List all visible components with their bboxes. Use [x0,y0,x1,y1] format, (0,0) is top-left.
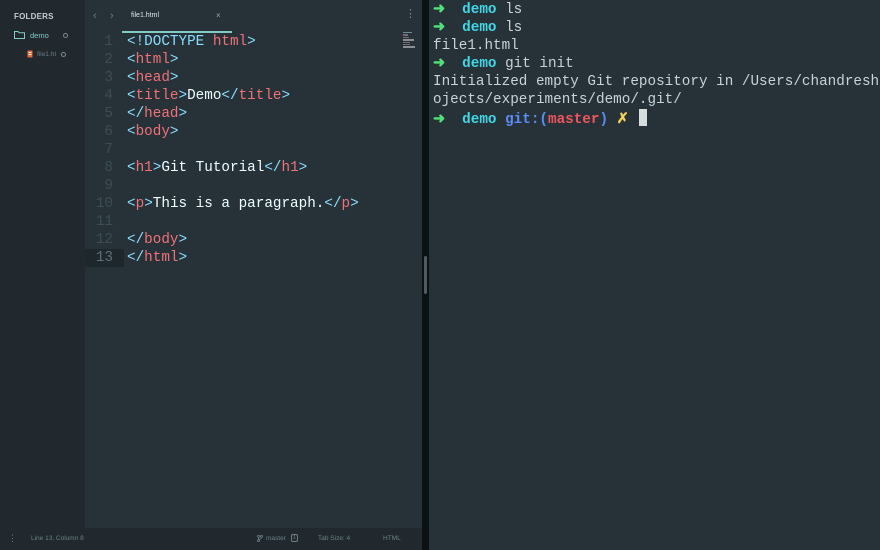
terminal[interactable]: ➜ demo ls ➜ demo ls file1.html ➜ demo git i… [429,0,880,550]
line-number: 7 [104,142,113,158]
prompt-arrow-icon: ➜ [433,20,445,36]
code-line[interactable]: 3 <head> [85,69,400,87]
line-number: 3 [104,70,113,86]
code-text: <html> [127,52,179,68]
code-line[interactable]: 13 </html> [85,249,400,267]
git-branch-icon [257,534,263,544]
prompt-arrow-icon: ➜ [433,112,445,128]
divider-handle[interactable] [424,256,427,294]
code-editor: FOLDERS demo file1.ht ‹ › file1.html × ⋮… [0,0,422,550]
status-bar: ⋮ Line 13, Column 8 master 1 Tab Size: 4… [0,528,422,550]
line-number: 2 [104,52,113,68]
folder-label: demo [30,30,49,40]
code-line[interactable]: 10 <p>This is a paragraph.</p> [85,195,400,213]
panel-menu-icon[interactable]: ⋮ [8,533,17,544]
git-branch-name[interactable]: master [266,535,286,542]
code-text: </head> [127,106,188,122]
terminal-prompt-line: ➜ demo ls [433,19,522,37]
code-line[interactable]: 6 <body> [85,123,400,141]
dirty-mark-icon: ✗ [616,112,629,128]
prompt-directory: demo [462,112,497,128]
terminal-prompt-line: ➜ demo ls [433,1,522,19]
git-branch: master [547,112,600,128]
prompt-command: git init [505,56,574,72]
file-label: file1.ht [37,50,57,58]
line-number: 11 [95,214,113,230]
sidebar-file-file1[interactable]: file1.ht [27,45,67,63]
terminal-cursor[interactable] [639,109,648,126]
code-text: <body> [127,124,179,140]
folder-icon [14,26,25,44]
code-text: <p>This is a paragraph.</p> [127,196,359,212]
prompt-directory: demo [462,2,497,18]
tab-title: file1.html [131,12,160,19]
line-number: 1 [104,34,113,50]
syntax-mode[interactable]: HTML [383,535,401,542]
folder-status-dot [62,32,68,38]
folders-heading: FOLDERS [14,12,54,21]
line-number: 4 [104,88,113,104]
prompt-arrow-icon: ➜ [433,56,445,72]
chevron-right-icon[interactable]: › [110,10,114,22]
chevron-left-icon[interactable]: ‹ [93,10,97,22]
prompt-arrow-icon: ➜ [433,2,445,18]
minimap[interactable] [403,32,417,52]
git-branch-badge: 1 [291,534,299,542]
line-number: 10 [95,196,113,212]
prompt-directory: demo [462,20,497,36]
terminal-output-line: Initialized empty Git repository in /Use… [433,74,880,90]
line-number: 5 [104,106,113,122]
code-text: <title>Demo</title> [127,88,291,104]
tab-bar: ‹ › file1.html × ⋮ [85,0,422,34]
prompt-command: ls [505,20,523,36]
line-number: 9 [104,178,113,194]
code-text: </html> [127,250,188,266]
code-text: <!DOCTYPE html> [127,34,256,50]
tab-size[interactable]: Tab Size: 4 [318,535,350,542]
terminal-current-prompt[interactable]: ➜ demo git:(master) ✗ [433,109,648,128]
code-line[interactable]: 9 [85,177,400,195]
code-text: <h1>Git Tutorial</h1> [127,160,308,176]
code-line[interactable]: 11 [85,213,400,231]
sidebar: FOLDERS demo file1.ht [0,0,85,528]
code-line[interactable]: 2 <html> [85,51,400,69]
code-line[interactable]: 8 <h1>Git Tutorial</h1> [85,159,400,177]
more-options-icon[interactable]: ⋮ [405,9,416,20]
close-icon[interactable]: × [216,11,221,20]
tab-file1-html[interactable]: file1.html × [122,0,232,34]
prompt-directory: demo [462,56,497,72]
pane-divider[interactable] [422,0,429,550]
git-label-close: ) [599,112,609,128]
code-line[interactable]: 12 </body> [85,231,400,249]
line-number: 8 [104,160,113,176]
terminal-prompt-line: ➜ demo git init [433,55,574,73]
code-line[interactable]: 4 <title>Demo</title> [85,87,400,105]
code-line[interactable]: 7 [85,141,400,159]
cursor-position[interactable]: Line 13, Column 8 [31,535,84,542]
code-text: <head> [127,70,179,86]
line-number: 13 [85,249,124,267]
html-file-icon [27,45,33,63]
terminal-output-line: ojects/experiments/demo/.git/ [433,92,682,108]
line-number: 12 [95,232,113,248]
code-line[interactable]: 1 <!DOCTYPE html> [85,33,400,51]
file-status-dot [61,51,67,57]
prompt-command: ls [505,2,523,18]
code-line[interactable]: 5 </head> [85,105,400,123]
code-area[interactable]: 1 <!DOCTYPE html> 2 <html> 3 <head> 4 <title>De… [85,33,400,513]
line-number: 6 [104,124,113,140]
terminal-output-line: file1.html [433,38,519,54]
git-label: git:( [505,112,548,128]
sidebar-folder-demo[interactable]: demo [14,29,68,41]
code-text: </body> [127,232,188,248]
